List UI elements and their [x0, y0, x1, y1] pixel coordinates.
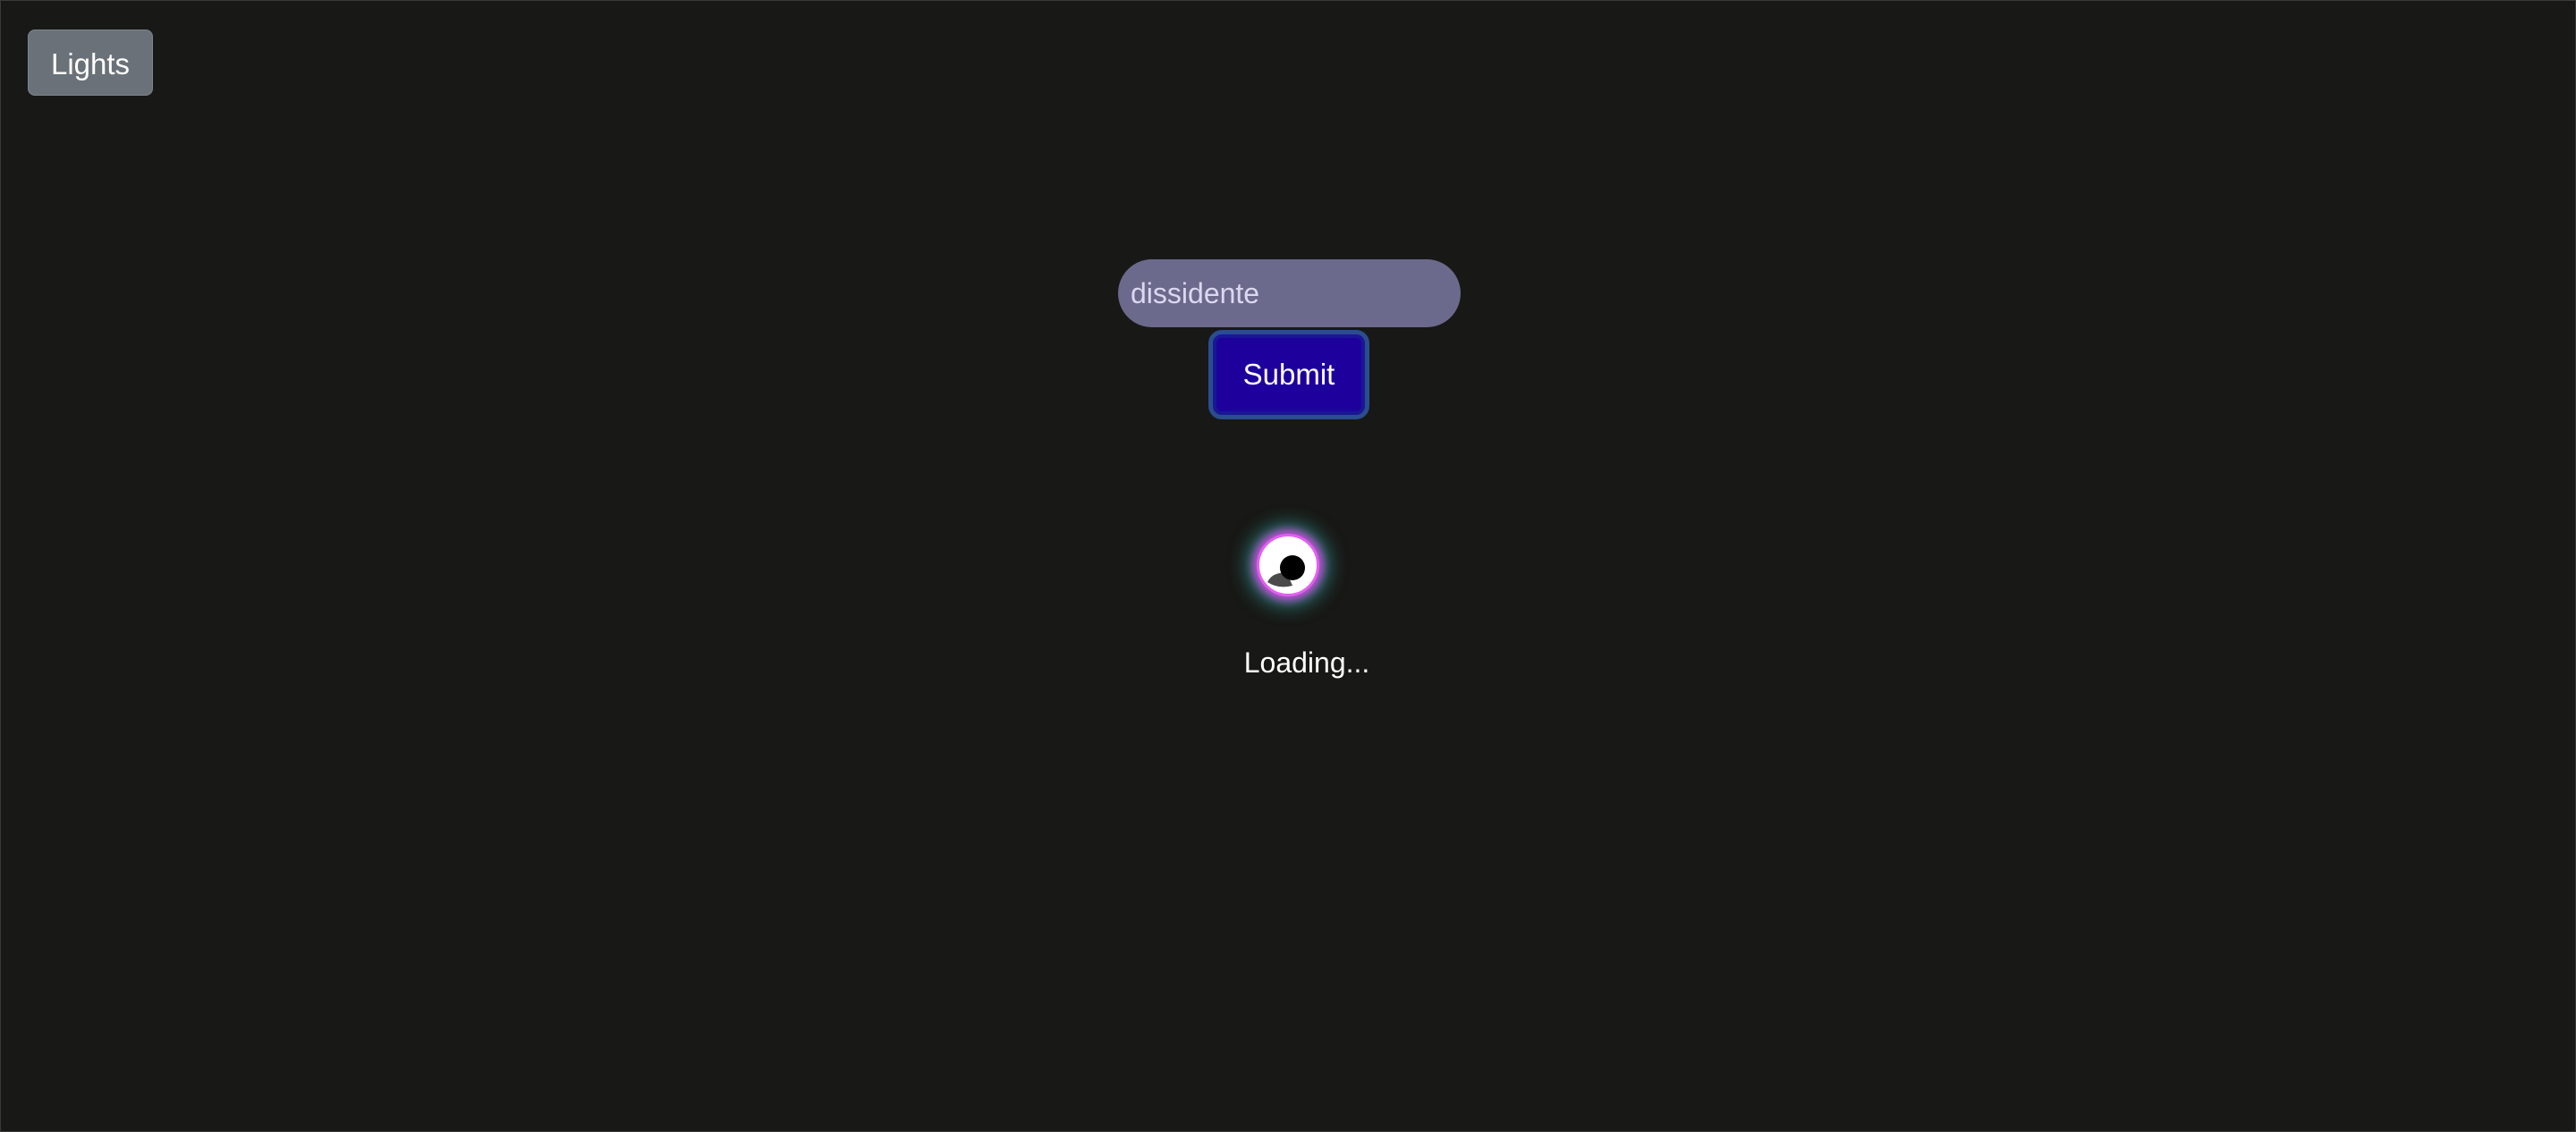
submit-button[interactable]: Submit [1208, 330, 1369, 419]
spinner-center-dot [1280, 555, 1305, 580]
loading-spinner-icon [1257, 534, 1319, 596]
search-input[interactable] [1118, 259, 1461, 327]
lights-toggle-button[interactable]: Lights [28, 30, 153, 96]
page-canvas: Lights Submit Loading... [0, 0, 2576, 1132]
loading-status-text: Loading... [1243, 646, 1370, 679]
